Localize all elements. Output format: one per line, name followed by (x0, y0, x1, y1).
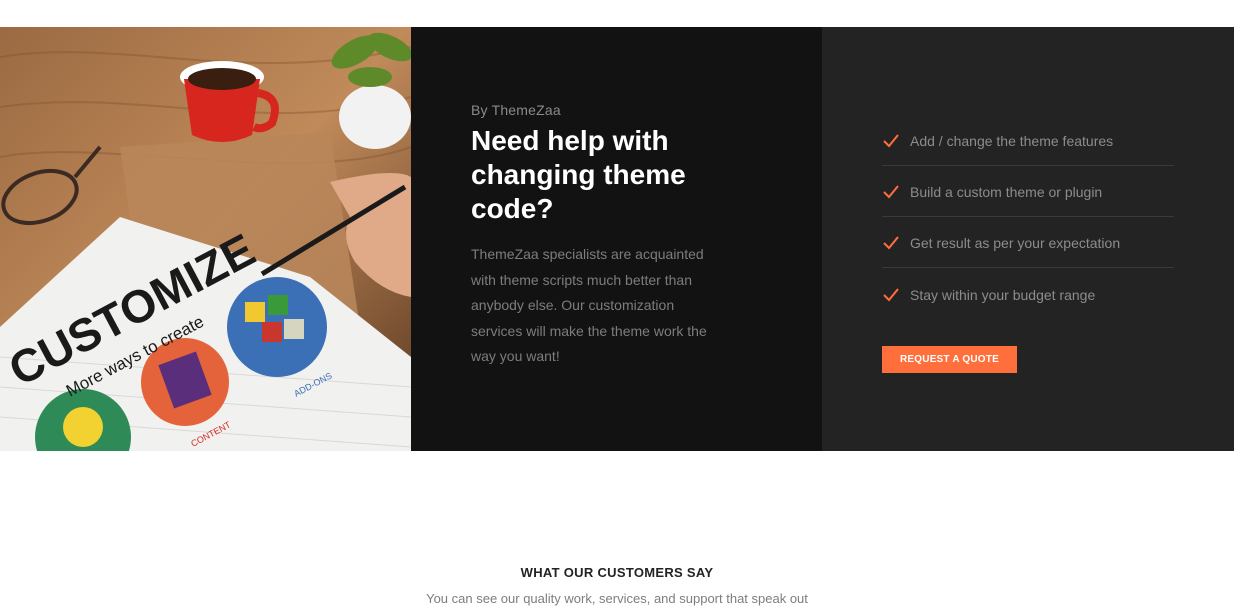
check-icon (883, 287, 899, 301)
feature-label: Stay within your budget range (910, 286, 1096, 303)
feature-label: Get result as per your expectation (910, 235, 1121, 251)
author-byline: By ThemeZaa (471, 102, 561, 118)
promo-description: ThemeZaa specialists are acquainted with… (471, 246, 707, 365)
feature-item: Stay within your budget range (882, 268, 1174, 319)
feature-label: Add / change the theme features (910, 133, 1114, 149)
promo-section: CUSTOMIZE More ways to create CONTENT AD… (0, 27, 1234, 451)
feature-item: Add / change the theme features (882, 115, 1174, 166)
promo-intro: By ThemeZaa Need help with changing them… (411, 27, 822, 451)
request-quote-button[interactable]: REQUEST A QUOTE (882, 346, 1017, 373)
feature-label: Build a custom theme or plugin (910, 184, 1103, 200)
promo-image: CUSTOMIZE More ways to create CONTENT AD… (0, 27, 411, 451)
check-icon (883, 185, 899, 199)
promo-headline: Need help with changing theme code? (471, 125, 686, 224)
feature-item: Get result as per your expectation (882, 217, 1174, 268)
promo-features: Add / change the theme features Build a … (822, 27, 1234, 451)
check-icon (883, 134, 899, 148)
feature-list: Add / change the theme features Build a … (882, 115, 1174, 319)
feature-item: Build a custom theme or plugin (882, 166, 1174, 217)
testimonials-heading: WHAT OUR CUSTOMERS SAY (520, 565, 714, 580)
testimonials-subheading: You can see our quality work, services, … (426, 591, 808, 606)
check-icon (883, 236, 899, 250)
